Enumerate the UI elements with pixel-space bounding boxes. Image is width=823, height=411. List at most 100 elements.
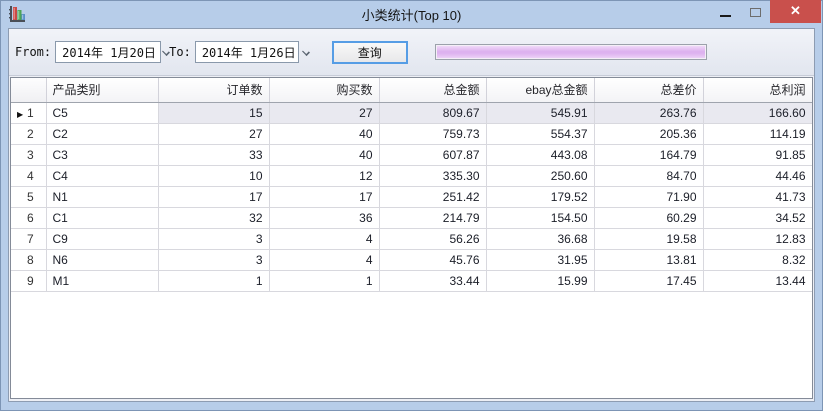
grid-cell[interactable]: 91.85 <box>703 144 812 165</box>
row-header[interactable]: 8 <box>11 249 46 270</box>
grid-cell[interactable]: 263.76 <box>594 102 703 123</box>
table-row[interactable]: ▶1C51527809.67545.91263.76166.60 <box>11 102 812 123</box>
grid-corner-header[interactable] <box>11 78 46 102</box>
row-header[interactable]: 3 <box>11 144 46 165</box>
grid-cell[interactable]: 40 <box>269 123 379 144</box>
grid-cell[interactable]: 15.99 <box>486 270 594 291</box>
grid-cell[interactable]: 607.87 <box>379 144 486 165</box>
grid-cell[interactable]: 71.90 <box>594 186 703 207</box>
grid-cell[interactable]: 44.46 <box>703 165 812 186</box>
grid-cell[interactable]: 12 <box>269 165 379 186</box>
grid-cell[interactable]: 33.44 <box>379 270 486 291</box>
grid-cell[interactable]: 15 <box>158 102 269 123</box>
grid-cell[interactable]: 31.95 <box>486 249 594 270</box>
grid-cell[interactable]: N1 <box>46 186 158 207</box>
grid-cell[interactable]: 8.32 <box>703 249 812 270</box>
column-header[interactable]: 总差价 <box>594 78 703 102</box>
row-header[interactable]: 2 <box>11 123 46 144</box>
column-header[interactable]: 总利润 <box>703 78 812 102</box>
table-row[interactable]: 5N11717251.42179.5271.9041.73 <box>11 186 812 207</box>
column-header[interactable]: 总金额 <box>379 78 486 102</box>
grid-cell[interactable]: 45.76 <box>379 249 486 270</box>
grid-cell[interactable]: C2 <box>46 123 158 144</box>
close-button[interactable]: ✕ <box>770 0 821 23</box>
table-row[interactable]: 6C13236214.79154.5060.2934.52 <box>11 207 812 228</box>
grid-cell[interactable]: 3 <box>158 249 269 270</box>
grid-cell[interactable]: 3 <box>158 228 269 249</box>
grid-cell[interactable]: 1 <box>158 270 269 291</box>
grid-cell[interactable]: 33 <box>158 144 269 165</box>
grid-cell[interactable]: 545.91 <box>486 102 594 123</box>
grid-cell[interactable]: 17 <box>269 186 379 207</box>
row-number: 1 <box>27 106 34 120</box>
from-label: From: <box>15 45 51 59</box>
row-header[interactable]: 9 <box>11 270 46 291</box>
table-row[interactable]: 7C93456.2636.6819.5812.83 <box>11 228 812 249</box>
grid-cell[interactable]: M1 <box>46 270 158 291</box>
grid-cell[interactable]: C3 <box>46 144 158 165</box>
grid-cell[interactable]: 13.44 <box>703 270 812 291</box>
grid-cell[interactable]: 251.42 <box>379 186 486 207</box>
column-header[interactable]: 产品类别 <box>46 78 158 102</box>
grid-cell[interactable]: 179.52 <box>486 186 594 207</box>
grid-cell[interactable]: 36 <box>269 207 379 228</box>
table-row[interactable]: 8N63445.7631.9513.818.32 <box>11 249 812 270</box>
table-row[interactable]: 3C33340607.87443.08164.7991.85 <box>11 144 812 165</box>
grid-cell[interactable]: 759.73 <box>379 123 486 144</box>
query-button[interactable]: 查询 <box>332 41 408 64</box>
grid-cell[interactable]: 19.58 <box>594 228 703 249</box>
grid-cell[interactable]: 205.36 <box>594 123 703 144</box>
maximize-button[interactable] <box>740 0 770 23</box>
grid-cell[interactable]: C1 <box>46 207 158 228</box>
grid-cell[interactable]: 12.83 <box>703 228 812 249</box>
column-header[interactable]: 订单数 <box>158 78 269 102</box>
grid-cell[interactable]: 443.08 <box>486 144 594 165</box>
grid-cell[interactable]: 40 <box>269 144 379 165</box>
grid-cell[interactable]: C5 <box>46 102 158 123</box>
grid-cell[interactable]: 10 <box>158 165 269 186</box>
grid-cell[interactable]: 56.26 <box>379 228 486 249</box>
grid-cell[interactable]: 164.79 <box>594 144 703 165</box>
table-row[interactable]: 4C41012335.30250.6084.7044.46 <box>11 165 812 186</box>
grid-cell[interactable]: 250.60 <box>486 165 594 186</box>
row-header[interactable]: 7 <box>11 228 46 249</box>
grid-cell[interactable]: 84.70 <box>594 165 703 186</box>
grid-cell[interactable]: 554.37 <box>486 123 594 144</box>
grid-cell[interactable]: 17 <box>158 186 269 207</box>
row-header[interactable]: ▶1 <box>11 102 46 123</box>
chevron-down-icon[interactable] <box>162 48 170 56</box>
grid-cell[interactable]: 154.50 <box>486 207 594 228</box>
grid-cell[interactable]: 27 <box>269 102 379 123</box>
row-header[interactable]: 6 <box>11 207 46 228</box>
grid-cell[interactable]: 34.52 <box>703 207 812 228</box>
grid-cell[interactable]: 60.29 <box>594 207 703 228</box>
grid-cell[interactable]: 17.45 <box>594 270 703 291</box>
grid-cell[interactable]: 809.67 <box>379 102 486 123</box>
toolbar: From: 2014年 1月20日 To: 2014年 1月26日 查询 <box>9 29 814 76</box>
chevron-down-icon[interactable] <box>302 48 310 56</box>
row-header[interactable]: 5 <box>11 186 46 207</box>
grid-cell[interactable]: 214.79 <box>379 207 486 228</box>
to-date-picker[interactable]: 2014年 1月26日 <box>195 41 299 63</box>
grid-cell[interactable]: 13.81 <box>594 249 703 270</box>
grid-cell[interactable]: 335.30 <box>379 165 486 186</box>
column-header[interactable]: 购买数 <box>269 78 379 102</box>
grid-cell[interactable]: 32 <box>158 207 269 228</box>
minimize-button[interactable] <box>710 0 740 23</box>
grid-cell[interactable]: 114.19 <box>703 123 812 144</box>
grid-cell[interactable]: 1 <box>269 270 379 291</box>
grid-cell[interactable]: 4 <box>269 228 379 249</box>
grid-cell[interactable]: 166.60 <box>703 102 812 123</box>
grid-cell[interactable]: 4 <box>269 249 379 270</box>
grid-cell[interactable]: C9 <box>46 228 158 249</box>
table-row[interactable]: 2C22740759.73554.37205.36114.19 <box>11 123 812 144</box>
table-row[interactable]: 9M11133.4415.9917.4513.44 <box>11 270 812 291</box>
grid-cell[interactable]: 41.73 <box>703 186 812 207</box>
grid-cell[interactable]: N6 <box>46 249 158 270</box>
row-header[interactable]: 4 <box>11 165 46 186</box>
from-date-picker[interactable]: 2014年 1月20日 <box>55 41 161 63</box>
grid-cell[interactable]: 27 <box>158 123 269 144</box>
grid-cell[interactable]: 36.68 <box>486 228 594 249</box>
grid-cell[interactable]: C4 <box>46 165 158 186</box>
column-header[interactable]: ebay总金额 <box>486 78 594 102</box>
